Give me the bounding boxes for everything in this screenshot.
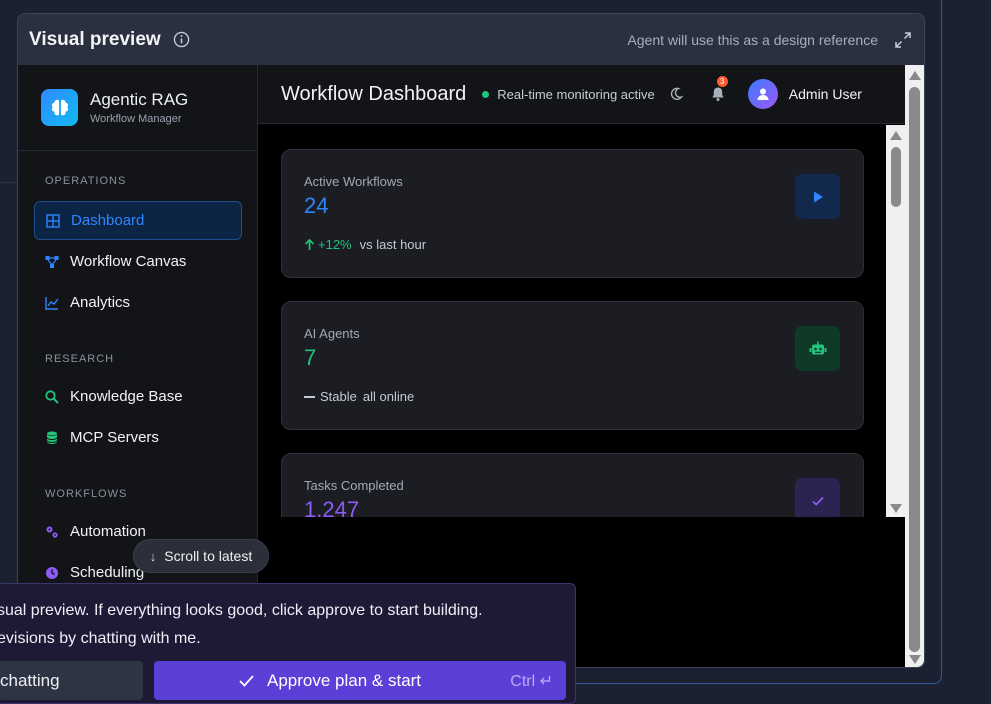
- check-icon: [811, 496, 824, 506]
- scroll-up-arrow[interactable]: [909, 71, 921, 80]
- stat-label: Active Workflows: [304, 174, 403, 189]
- notification-count-badge: 3: [716, 76, 728, 87]
- button-label: Approve plan & start: [267, 670, 422, 690]
- app-sidebar: Agentic RAG Workflow Manager OPERATIONS …: [18, 65, 258, 667]
- workflow-icon: [45, 255, 59, 268]
- panel-header: Visual preview Agent will use this as a …: [18, 14, 924, 65]
- stat-icon-box: [795, 478, 840, 517]
- chat-message: sual preview. If everything looks good, …: [0, 583, 576, 704]
- keep-chatting-button[interactable]: chatting: [0, 661, 143, 700]
- sidebar-item-label: Knowledge Base: [70, 388, 183, 405]
- trend-value: Stable: [320, 389, 357, 404]
- stat-card-tasks-completed[interactable]: Tasks Completed 1,247: [281, 453, 864, 517]
- button-label: chatting: [0, 670, 60, 690]
- backdrop-divider: [0, 182, 18, 183]
- section-research: RESEARCH: [45, 353, 115, 365]
- user-name[interactable]: Admin User: [789, 86, 862, 102]
- status-text: Real-time monitoring active: [497, 86, 655, 102]
- stat-card-ai-agents[interactable]: AI Agents 7 Stable all online: [281, 301, 864, 430]
- trend-value: +12%: [318, 237, 352, 252]
- cogs-icon: [46, 526, 58, 538]
- stat-value: 1,247: [304, 497, 360, 517]
- minus-icon: [304, 395, 315, 398]
- stat-card-active-workflows[interactable]: Active Workflows 24 +12% vs last hour: [281, 149, 864, 278]
- sidebar-item-label: Analytics: [70, 294, 131, 311]
- brand-subtitle: Workflow Manager: [90, 113, 182, 125]
- arrow-up-icon: [304, 238, 315, 250]
- scroll-to-latest-label: Scroll to latest: [164, 548, 253, 564]
- play-icon: [813, 191, 823, 202]
- avatar[interactable]: [747, 79, 778, 109]
- stat-trend: +12% vs last hour: [304, 237, 426, 252]
- robot-icon: [809, 341, 826, 354]
- brain-icon: [41, 89, 78, 126]
- stat-value: 7: [304, 345, 317, 370]
- page-title: Workflow Dashboard: [281, 82, 467, 105]
- stat-label: AI Agents: [304, 326, 360, 341]
- scroll-down-arrow[interactable]: [909, 655, 921, 664]
- section-workflows: WORKFLOWS: [45, 488, 128, 500]
- sidebar-item-label: Workflow Canvas: [70, 253, 187, 270]
- chat-line: sual preview. If everything looks good, …: [0, 602, 483, 619]
- scroll-to-latest-button[interactable]: ↓ Scroll to latest: [133, 539, 269, 573]
- clock-icon: [46, 566, 58, 579]
- stat-trend: Stable all online: [304, 389, 414, 404]
- expand-icon[interactable]: [894, 31, 912, 49]
- trend-note: vs last hour: [359, 237, 427, 252]
- sidebar-item-analytics[interactable]: Analytics: [34, 283, 242, 322]
- sidebar-item-label: MCP Servers: [70, 429, 159, 446]
- grid-icon: [46, 213, 60, 228]
- app-topbar: Workflow Dashboard Real-time monitoring …: [258, 65, 906, 124]
- panel-title: Visual preview: [29, 28, 161, 50]
- section-operations: OPERATIONS: [45, 175, 127, 187]
- keyboard-shortcut: Ctrl ↵: [510, 672, 553, 690]
- chat-line: evisions by chatting with me.: [0, 630, 201, 647]
- chat-message-text: sual preview. If everything looks good, …: [0, 597, 483, 653]
- info-icon[interactable]: [173, 31, 190, 48]
- notifications-button[interactable]: 3: [710, 76, 728, 102]
- scroll-thumb[interactable]: [909, 87, 920, 652]
- status-dot: [482, 90, 490, 98]
- scroll-down-arrow[interactable]: [890, 504, 902, 513]
- panel-hint: Agent will use this as a design referenc…: [627, 31, 878, 48]
- scroll-thumb[interactable]: [891, 147, 901, 207]
- search-icon: [45, 389, 59, 404]
- sidebar-item-knowledge-base[interactable]: Knowledge Base: [34, 377, 242, 416]
- bell-icon: [712, 87, 724, 101]
- stat-icon-box: [795, 326, 840, 371]
- approve-plan-button[interactable]: Approve plan & start Ctrl ↵: [154, 661, 566, 700]
- sidebar-item-mcp-servers[interactable]: MCP Servers: [34, 418, 242, 457]
- moon-icon[interactable]: [669, 87, 683, 101]
- database-icon: [46, 431, 58, 444]
- brand-name: Agentic RAG: [90, 90, 189, 109]
- stat-icon-box: [795, 174, 840, 219]
- arrow-down-icon: ↓: [149, 548, 157, 564]
- scroll-up-arrow[interactable]: [890, 131, 902, 140]
- check-icon: [239, 675, 254, 687]
- sidebar-item-label: Scheduling: [70, 564, 145, 581]
- preview-scrollbar[interactable]: [905, 65, 924, 667]
- content-scrollbar[interactable]: [886, 125, 906, 517]
- dashboard-content: Active Workflows 24 +12% vs last hour AI…: [258, 125, 886, 517]
- trend-note: all online: [362, 389, 415, 404]
- user-icon: [757, 88, 769, 100]
- brand[interactable]: Agentic RAG Workflow Manager: [18, 65, 257, 151]
- sidebar-item-workflow-canvas[interactable]: Workflow Canvas: [34, 242, 242, 281]
- stat-value: 24: [304, 193, 329, 218]
- chart-line-icon: [45, 296, 59, 310]
- sidebar-item-label: Dashboard: [71, 212, 145, 229]
- stat-label: Tasks Completed: [304, 478, 404, 493]
- preview-viewport: Agentic RAG Workflow Manager OPERATIONS …: [18, 65, 906, 667]
- sidebar-item-label: Automation: [70, 523, 146, 540]
- sidebar-item-dashboard[interactable]: Dashboard: [34, 201, 242, 240]
